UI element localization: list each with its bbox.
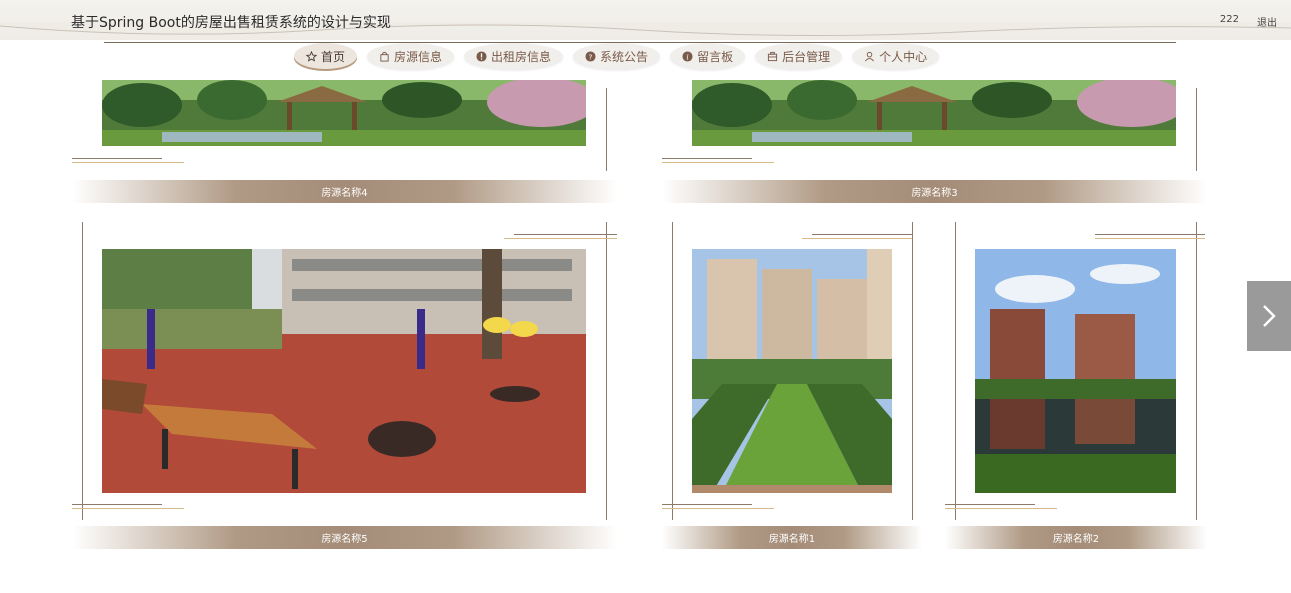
- nav-messageboard[interactable]: i 留言板: [670, 43, 746, 69]
- listing-card-top-right: 房源名称3: [662, 80, 1207, 205]
- listing-caption-1[interactable]: 房源名称1: [662, 526, 922, 549]
- nav-announcements-label: 系统公告: [600, 49, 649, 64]
- svg-text:?: ?: [589, 52, 593, 61]
- svg-text:i: i: [686, 52, 688, 61]
- listing-card-far-right: 房源名称2: [945, 222, 1207, 552]
- listing-caption-3[interactable]: 房源名称3: [662, 180, 1207, 203]
- nav-home[interactable]: 首页: [294, 43, 358, 69]
- listing-caption-5[interactable]: 房源名称5: [72, 526, 617, 549]
- question-icon: ?: [585, 50, 596, 62]
- logout-link[interactable]: 退出: [1257, 14, 1277, 29]
- nav-listings[interactable]: 房源信息: [367, 43, 455, 69]
- listing-card-mid-right: 房源名称1: [662, 222, 922, 552]
- nav-listings-label: 房源信息: [394, 49, 443, 64]
- listing-photo-garden-2[interactable]: [692, 80, 1176, 146]
- nav-admin-label: 后台管理: [782, 49, 831, 64]
- info-icon: [476, 50, 487, 62]
- garden-image: [102, 80, 586, 146]
- listing-photo-apartment-lake[interactable]: [975, 249, 1176, 493]
- nav-admin[interactable]: 后台管理: [755, 43, 843, 69]
- nav-profile-label: 个人中心: [879, 49, 928, 64]
- listing-photo-playground[interactable]: [102, 249, 586, 493]
- nav-rentals[interactable]: 出租房信息: [464, 43, 564, 69]
- nav-profile[interactable]: 个人中心: [852, 43, 940, 69]
- nav-announcements[interactable]: ? 系统公告: [573, 43, 661, 69]
- nav-home-label: 首页: [321, 49, 346, 64]
- main-nav: 首页 房源信息 出租房信息 ? 系统公告 i 留言板 后台管理 个人中心: [294, 43, 940, 69]
- listing-caption-4[interactable]: 房源名称4: [72, 180, 617, 203]
- top-header: 基于Spring Boot的房屋出售租赁系统的设计与实现 222 退出: [0, 0, 1291, 40]
- username-link[interactable]: 222: [1220, 14, 1239, 29]
- person-icon: [864, 51, 875, 62]
- carousel-next-button[interactable]: [1247, 281, 1291, 351]
- playground-image: [102, 249, 586, 493]
- listing-card-top-left: 房源名称4: [72, 80, 617, 205]
- garden-image: [692, 80, 1176, 146]
- nav-messageboard-label: 留言板: [697, 49, 734, 64]
- user-area: 222 退出: [1220, 14, 1277, 29]
- apartment-lake-image: [975, 249, 1176, 493]
- info-icon: i: [682, 50, 693, 62]
- apartment-lawn-image: [692, 249, 892, 493]
- listing-photo-apartment-lawn[interactable]: [692, 249, 892, 493]
- listing-card-main-left: 房源名称5: [72, 222, 617, 552]
- listing-caption-2[interactable]: 房源名称2: [945, 526, 1207, 549]
- box-icon: [767, 51, 778, 62]
- star-icon: [306, 50, 317, 62]
- chevron-right-icon: [1263, 305, 1276, 327]
- nav-rentals-label: 出租房信息: [491, 49, 552, 64]
- listing-photo-garden[interactable]: [102, 80, 586, 146]
- site-title: 基于Spring Boot的房屋出售租赁系统的设计与实现: [71, 15, 391, 31]
- bag-icon: [379, 51, 390, 62]
